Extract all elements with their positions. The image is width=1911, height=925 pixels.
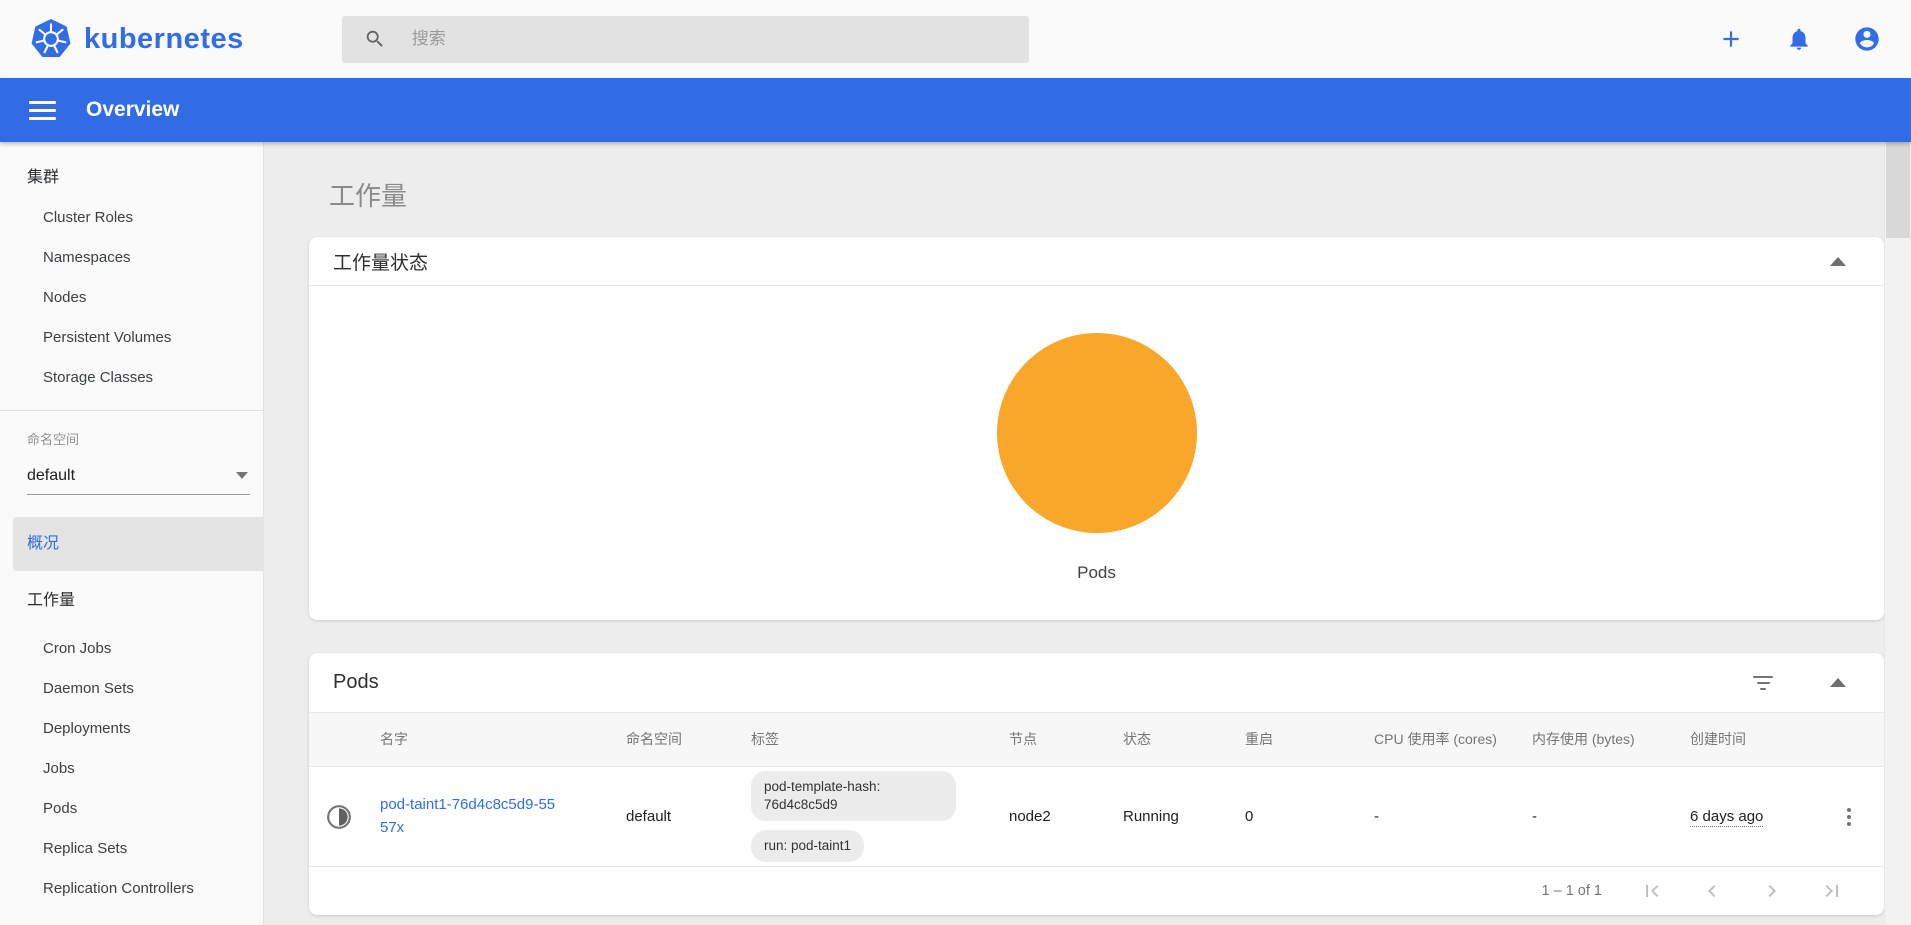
namespace-selected-value: default: [27, 467, 75, 485]
user-profile-button[interactable]: [1853, 25, 1881, 53]
sidebar-item[interactable]: Storage Classes: [0, 358, 263, 398]
pagination-range: 1 – 1 of 1: [1542, 883, 1602, 899]
column-header-cpu: CPU 使用率 (cores): [1359, 730, 1517, 749]
last-page-button[interactable]: [1820, 879, 1844, 903]
page-title: 工作量: [309, 176, 1884, 216]
pie-chart-label: Pods: [1077, 563, 1116, 583]
chevron-left-icon: [1700, 879, 1724, 903]
scrollbar-thumb[interactable]: [1886, 142, 1910, 238]
previous-page-button[interactable]: [1700, 879, 1724, 903]
page-header-title: Overview: [86, 98, 179, 122]
sidebar-item[interactable]: Deployments: [0, 709, 263, 749]
collapse-card-icon[interactable]: [1830, 678, 1846, 687]
content-area: 集群 Cluster Roles Namespaces Nodes Persis…: [0, 142, 1911, 925]
sidebar-item[interactable]: Jobs: [0, 749, 263, 789]
sidebar-item[interactable]: Daemon Sets: [0, 669, 263, 709]
namespace-label: 命名空间: [0, 429, 263, 451]
column-header-node: 节点: [994, 730, 1108, 749]
pod-status-icon: [326, 804, 352, 830]
label-chip: pod-template-hash: 76d4c8c5d9: [751, 771, 956, 821]
sidebar-item[interactable]: Replication Controllers: [0, 869, 263, 909]
sidebar-item[interactable]: Replica Sets: [0, 829, 263, 869]
first-page-icon: [1640, 879, 1664, 903]
pods-pie-chart: Pods: [309, 286, 1884, 620]
next-page-button[interactable]: [1760, 879, 1784, 903]
filter-icon[interactable]: [1752, 676, 1774, 690]
sidebar-item[interactable]: Pods: [0, 789, 263, 829]
pods-card-header: Pods: [309, 653, 1884, 713]
pod-labels-cell: pod-template-hash: 76d4c8c5d9 run: pod-t…: [736, 771, 994, 863]
header-actions: [1717, 25, 1881, 53]
sidebar-item-overview-active[interactable]: 概况: [13, 517, 264, 571]
sidebar-section-cluster: 集群: [0, 158, 263, 198]
pod-status-cell: Running: [1108, 808, 1230, 825]
menu-hamburger-button[interactable]: [29, 101, 56, 120]
pods-table-footer: 1 – 1 of 1: [309, 867, 1884, 915]
last-page-icon: [1820, 879, 1844, 903]
pods-card: Pods 名字 命名空间 标签 节点 状态 重启 CPU 使用率 (cores)…: [309, 653, 1884, 915]
search-box[interactable]: [342, 16, 1029, 63]
column-header-memory: 内存使用 (bytes): [1517, 730, 1675, 749]
toolbar: Overview: [0, 78, 1911, 142]
search-icon: [364, 28, 386, 50]
pods-table-header: 名字 命名空间 标签 节点 状态 重启 CPU 使用率 (cores) 内存使用…: [309, 713, 1884, 767]
pie-chart-circle: [997, 333, 1197, 533]
create-resource-button[interactable]: [1717, 25, 1745, 53]
account-circle-icon: [1853, 24, 1881, 54]
pagination-controls: [1640, 879, 1844, 903]
pod-namespace-cell: default: [611, 808, 736, 825]
column-header-namespace: 命名空间: [611, 730, 736, 749]
sidebar-item[interactable]: Nodes: [0, 278, 263, 318]
column-header-restarts: 重启: [1230, 730, 1359, 749]
column-header-name: 名字: [365, 730, 611, 749]
pod-name-link[interactable]: pod-taint1-76d4c8c5d9-5557x: [380, 794, 560, 839]
sidebar-item[interactable]: Persistent Volumes: [0, 318, 263, 358]
kubernetes-logo: kubernetes: [30, 18, 244, 60]
bell-icon: [1786, 26, 1812, 52]
sidebar-item[interactable]: Cron Jobs: [0, 629, 263, 669]
chevron-right-icon: [1760, 879, 1784, 903]
sidebar-cluster-items: Cluster Roles Namespaces Nodes Persisten…: [0, 198, 263, 398]
sidebar-section-workloads: 工作量: [0, 581, 263, 621]
workload-status-card-header: 工作量状态: [309, 237, 1884, 286]
label-chip: run: pod-taint1: [751, 830, 864, 862]
table-row: pod-taint1-76d4c8c5d9-5557x default pod-…: [309, 767, 1884, 867]
kubernetes-wheel-icon: [30, 18, 72, 60]
column-header-labels: 标签: [736, 730, 994, 749]
column-header-status: 状态: [1108, 730, 1230, 749]
workload-status-title: 工作量状态: [333, 248, 428, 275]
collapse-card-icon[interactable]: [1830, 257, 1846, 266]
app-header: kubernetes: [0, 0, 1911, 78]
sidebar-nav: 集群 Cluster Roles Namespaces Nodes Persis…: [0, 142, 264, 925]
row-menu-kebab-icon[interactable]: [1837, 808, 1861, 826]
sidebar-divider: [0, 410, 263, 411]
sidebar-item[interactable]: Cluster Roles: [0, 198, 263, 238]
notifications-button[interactable]: [1785, 25, 1813, 53]
column-header-created: 创建时间: [1675, 730, 1822, 749]
main-panel: 工作量 工作量状态 Pods Pods: [264, 142, 1911, 925]
pod-node-cell: node2: [994, 808, 1108, 825]
namespace-select[interactable]: default: [27, 457, 250, 495]
pod-created-cell: 6 days ago: [1690, 808, 1763, 827]
pods-card-title: Pods: [333, 671, 379, 694]
sidebar-workloads-items: Cron Jobs Daemon Sets Deployments Jobs P…: [0, 629, 263, 909]
search-input[interactable]: [412, 29, 1029, 49]
workload-status-card: 工作量状态 Pods: [309, 237, 1884, 620]
sidebar-item[interactable]: Namespaces: [0, 238, 263, 278]
plus-icon: [1718, 26, 1744, 52]
scrollbar-track[interactable]: [1884, 142, 1911, 925]
chevron-down-icon: [236, 472, 248, 479]
first-page-button[interactable]: [1640, 879, 1664, 903]
pod-memory-cell: -: [1517, 808, 1675, 825]
pod-restarts-cell: 0: [1230, 808, 1359, 825]
pod-cpu-cell: -: [1359, 808, 1517, 825]
logo-wordmark: kubernetes: [84, 23, 244, 56]
